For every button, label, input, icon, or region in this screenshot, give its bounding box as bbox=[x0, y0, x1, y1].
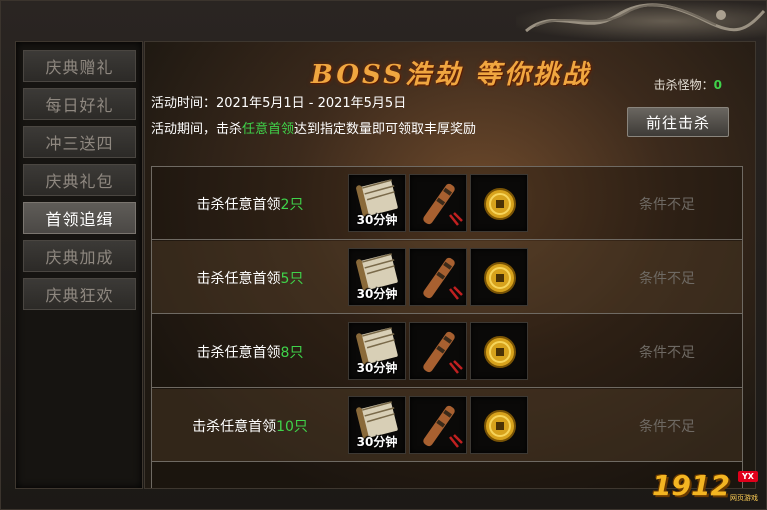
claim-status: 条件不足 bbox=[639, 418, 695, 435]
reward-slot-scroll[interactable]: 30分钟 bbox=[348, 248, 406, 306]
sidebar-item-recharge-bonus[interactable]: 冲三送四 bbox=[23, 126, 136, 158]
row-condition: 击杀任意首领 10只 bbox=[152, 389, 348, 462]
table-row: 击杀任意首领 8只 30分钟 条件不足 bbox=[152, 315, 742, 388]
desc-before: 活动期间，击杀 bbox=[151, 122, 243, 137]
dragon-ornament bbox=[516, 1, 766, 41]
reward-slot-firework[interactable] bbox=[409, 322, 467, 380]
site-watermark: 1912 YX 网页游戏 bbox=[652, 469, 760, 503]
sidebar-item-celebration-pack[interactable]: 庆典礼包 bbox=[23, 164, 136, 196]
activity-time: 活动时间：2021年5月1日 - 2021年5月5日 bbox=[151, 96, 407, 111]
kill-counter: 击杀怪物：0 bbox=[654, 76, 722, 93]
reward-slot-firework[interactable] bbox=[409, 174, 467, 232]
table-row: 击杀任意首领 2只 30分钟 条件不足 bbox=[152, 167, 742, 240]
reward-slot-firework[interactable] bbox=[409, 248, 467, 306]
sidebar-item-daily-gift[interactable]: 每日好礼 bbox=[23, 88, 136, 120]
condition-text: 击杀任意首领 bbox=[196, 270, 281, 287]
item-duration-label: 30分钟 bbox=[356, 435, 398, 449]
activity-description: 活动期间，击杀任意首领达到指定数量即可领取丰厚奖励 bbox=[151, 118, 476, 137]
desc-highlight: 任意首领 bbox=[242, 122, 295, 137]
reward-slot-coin[interactable] bbox=[470, 396, 528, 454]
desc-after: 达到指定数量即可领取丰厚奖励 bbox=[294, 122, 477, 137]
item-duration-label: 30分钟 bbox=[356, 361, 398, 375]
item-duration-label: 30分钟 bbox=[356, 213, 398, 227]
main-panel: BOSS浩劫 等你挑战 击杀怪物：0 活动时间：2021年5月1日 - 2021… bbox=[144, 41, 756, 489]
sidebar-nav: 庆典赠礼 每日好礼 冲三送四 庆典礼包 首领追缉 庆典加成 庆典狂欢 bbox=[15, 41, 143, 489]
watermark-logo-text: 1912 bbox=[652, 469, 730, 502]
row-condition: 击杀任意首领 8只 bbox=[152, 315, 348, 388]
reward-slot-coin[interactable] bbox=[470, 248, 528, 306]
sidebar-item-celebration-gift[interactable]: 庆典赠礼 bbox=[23, 50, 136, 82]
condition-count: 8只 bbox=[280, 344, 304, 361]
reward-slot-scroll[interactable]: 30分钟 bbox=[348, 322, 406, 380]
claim-status: 条件不足 bbox=[639, 270, 695, 287]
table-row: 击杀任意首领 10只 30分钟 条件不足 bbox=[152, 389, 742, 462]
condition-count: 10只 bbox=[276, 418, 308, 435]
sidebar-item-boss-hunt[interactable]: 首领追缉 bbox=[23, 202, 136, 234]
row-condition: 击杀任意首领 2只 bbox=[152, 167, 348, 240]
watermark-subtext: 网页游戏 bbox=[730, 494, 758, 502]
condition-count: 2只 bbox=[280, 196, 304, 213]
reward-slot-coin[interactable] bbox=[470, 174, 528, 232]
condition-text: 击杀任意首领 bbox=[196, 196, 281, 213]
reward-table: 击杀任意首领 2只 30分钟 条件不足 击杀任意首领 5只 30分钟 条件不足 击杀任意首领 8只… bbox=[151, 166, 743, 488]
reward-slot-firework[interactable] bbox=[409, 396, 467, 454]
go-kill-button[interactable]: 前往击杀 bbox=[627, 107, 729, 137]
condition-text: 击杀任意首领 bbox=[196, 344, 281, 361]
kill-counter-label: 击杀怪物： bbox=[653, 78, 714, 92]
reward-slot-scroll[interactable]: 30分钟 bbox=[348, 174, 406, 232]
page-title: BOSS浩劫 等你挑战 bbox=[310, 60, 592, 90]
sidebar-item-celebration-bonus[interactable]: 庆典加成 bbox=[23, 240, 136, 272]
table-row: 击杀任意首领 5只 30分钟 条件不足 bbox=[152, 241, 742, 314]
game-window: 庆典赠礼 每日好礼 冲三送四 庆典礼包 首领追缉 庆典加成 庆典狂欢 BOSS浩… bbox=[0, 0, 767, 510]
kill-counter-value: 0 bbox=[713, 78, 722, 92]
condition-count: 5只 bbox=[280, 270, 304, 287]
claim-status: 条件不足 bbox=[639, 344, 695, 361]
reward-slot-scroll[interactable]: 30分钟 bbox=[348, 396, 406, 454]
item-duration-label: 30分钟 bbox=[356, 287, 398, 301]
watermark-badge: YX bbox=[738, 471, 758, 482]
row-condition: 击杀任意首领 5只 bbox=[152, 241, 348, 314]
reward-slot-coin[interactable] bbox=[470, 322, 528, 380]
claim-status: 条件不足 bbox=[639, 196, 695, 213]
sidebar-item-celebration-carnival[interactable]: 庆典狂欢 bbox=[23, 278, 136, 310]
condition-text: 击杀任意首领 bbox=[192, 418, 277, 435]
